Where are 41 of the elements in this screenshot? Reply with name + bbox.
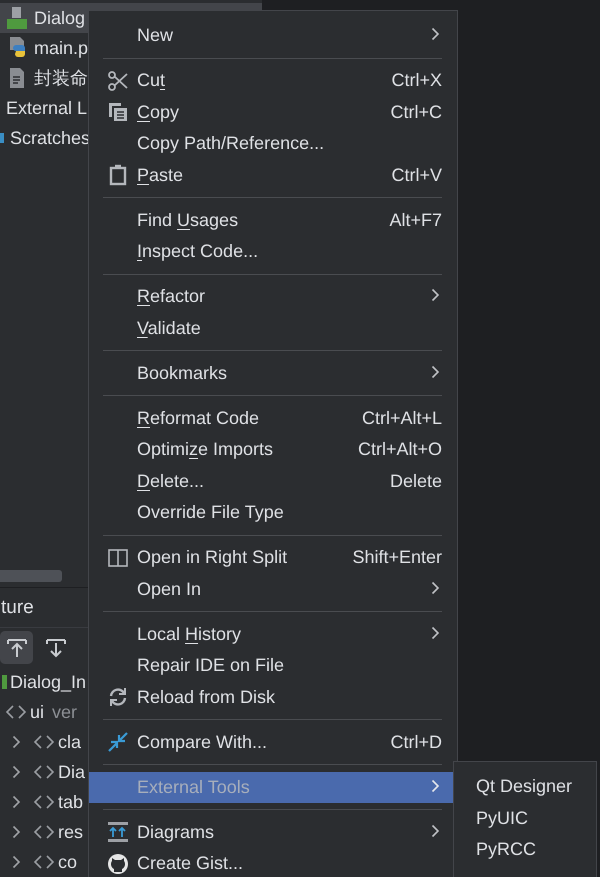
menu-item-label: Find Usages bbox=[137, 210, 238, 231]
menu-item-label: Repair IDE on File bbox=[137, 655, 284, 676]
menu-item-label: Diagrams bbox=[137, 822, 214, 843]
menu-item-label: Copy bbox=[137, 102, 180, 123]
menu-item-label: Open in Right Split bbox=[137, 547, 288, 568]
menu-item-label: Delete... bbox=[137, 470, 204, 492]
shortcut-label: Ctrl+D bbox=[390, 732, 442, 753]
menu-item-label: Reformat Code bbox=[137, 408, 260, 429]
menu-item-label: Local History bbox=[137, 624, 242, 645]
menu-item-label: New bbox=[137, 25, 174, 46]
shortcut-label: Ctrl+V bbox=[391, 164, 442, 186]
menu-item-label: Validate bbox=[137, 318, 201, 339]
panel-title: ture bbox=[1, 596, 34, 618]
menu-item-label: Override File Type bbox=[137, 502, 284, 524]
shortcut-label: Shift+Enter bbox=[352, 547, 442, 568]
menu-item-label: Reload from Disk bbox=[137, 686, 276, 708]
shortcut-label: Alt+F7 bbox=[389, 210, 442, 231]
shortcut-label: Ctrl+C bbox=[390, 102, 442, 123]
tree-item-label: Dia bbox=[58, 762, 86, 782]
shortcut-label: Delete bbox=[390, 470, 442, 492]
menu-item-label: Compare With... bbox=[137, 732, 268, 753]
tree-item-label: tab bbox=[58, 792, 84, 812]
menu-item-label: Optimize Imports bbox=[137, 439, 274, 460]
menu-item-label: Create Gist... bbox=[137, 853, 244, 874]
menu-item-label: Refactor bbox=[137, 286, 206, 308]
menu-item-label: Bookmarks bbox=[137, 362, 228, 384]
menu-item-label: Open In bbox=[137, 578, 202, 600]
tree-item-label: Dialog_In bbox=[10, 672, 86, 692]
menu-item-label: Cut bbox=[137, 70, 166, 92]
shortcut-label: Ctrl+X bbox=[391, 70, 442, 92]
tree-item-label: ui bbox=[30, 702, 44, 722]
tree-item-detail: ver bbox=[52, 702, 78, 722]
menu-item-label: Paste bbox=[137, 164, 184, 186]
menu-item-label: Copy Path/Reference... bbox=[137, 133, 324, 154]
shortcut-label: Ctrl+Alt+L bbox=[362, 408, 442, 429]
menu-item-label: External Tools bbox=[137, 776, 250, 798]
tree-item-label: cla bbox=[58, 732, 82, 752]
menu-item-label: Inspect Code... bbox=[137, 241, 258, 262]
tree-item-label: co bbox=[58, 852, 78, 872]
shortcut-label: Ctrl+Alt+O bbox=[358, 439, 442, 460]
tree-item-label: res bbox=[58, 822, 84, 842]
